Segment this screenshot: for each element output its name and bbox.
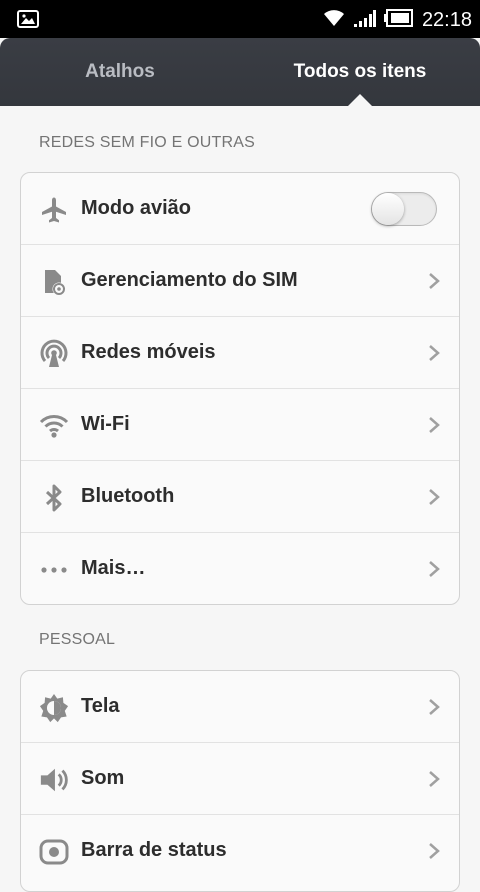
airplane-mode-toggle[interactable] xyxy=(371,192,437,226)
wifi-icon xyxy=(39,411,69,441)
settings-item-label: Tela xyxy=(81,695,120,717)
personal-settings-card: Tela Som Barra de status xyxy=(20,670,460,892)
settings-item-label: Mais… xyxy=(81,557,146,579)
more-dots-icon xyxy=(39,555,69,585)
settings-item-label: Redes móveis xyxy=(81,341,216,363)
clock: 22:18 xyxy=(421,8,472,31)
chevron-right-icon xyxy=(429,843,440,859)
settings-item-tela[interactable]: Tela xyxy=(21,671,459,743)
chevron-right-icon xyxy=(429,273,440,289)
chevron-right-icon xyxy=(429,561,440,577)
bluetooth-icon xyxy=(39,483,69,513)
settings-item-wi-fi[interactable]: Wi-Fi xyxy=(21,389,459,461)
signal-icon xyxy=(353,8,376,33)
settings-item-redes-moveis[interactable]: Redes móveis xyxy=(21,317,459,389)
tab-bar: Atalhos Todos os itens xyxy=(0,38,480,106)
airplane-icon xyxy=(39,195,69,225)
settings-item-label: Wi-Fi xyxy=(81,413,130,435)
section-title-personal: PESSOAL xyxy=(39,631,116,648)
settings-item-modo-aviao[interactable]: Modo avião xyxy=(21,173,459,245)
settings-item-label: Bluetooth xyxy=(81,485,175,507)
status-bar-icon xyxy=(39,837,69,867)
wifi-icon xyxy=(322,8,346,33)
status-bar: 22:18 xyxy=(0,0,480,38)
sim-card-icon xyxy=(39,267,69,297)
chevron-right-icon xyxy=(429,417,440,433)
settings-item-label: Modo avião xyxy=(81,197,192,219)
toggle-knob xyxy=(372,193,404,225)
section-title-wireless: REDES SEM FIO E OUTRAS xyxy=(39,134,255,151)
settings-item-mais[interactable]: Mais… xyxy=(21,533,459,604)
image-notification-icon xyxy=(17,10,39,28)
settings-item-barra-de-status[interactable]: Barra de status xyxy=(21,815,459,886)
tab-atalhos[interactable]: Atalhos xyxy=(0,38,240,106)
brightness-icon xyxy=(39,693,69,723)
settings-item-label: Barra de status xyxy=(81,839,227,861)
mobile-network-icon xyxy=(39,339,69,369)
chevron-right-icon xyxy=(429,345,440,361)
wireless-settings-card: Modo avião Gerenciamento do SIM Redes mó… xyxy=(20,172,460,605)
chevron-right-icon xyxy=(429,699,440,715)
settings-item-label: Som xyxy=(81,767,125,789)
settings-item-gerenciamento-do-sim[interactable]: Gerenciamento do SIM xyxy=(21,245,459,317)
selected-tab-indicator xyxy=(348,94,372,106)
settings-item-bluetooth[interactable]: Bluetooth xyxy=(21,461,459,533)
settings-item-som[interactable]: Som xyxy=(21,743,459,815)
chevron-right-icon xyxy=(429,489,440,505)
settings-item-label: Gerenciamento do SIM xyxy=(81,269,298,291)
speaker-icon xyxy=(39,765,69,795)
chevron-right-icon xyxy=(429,771,440,787)
battery-icon xyxy=(383,8,414,32)
